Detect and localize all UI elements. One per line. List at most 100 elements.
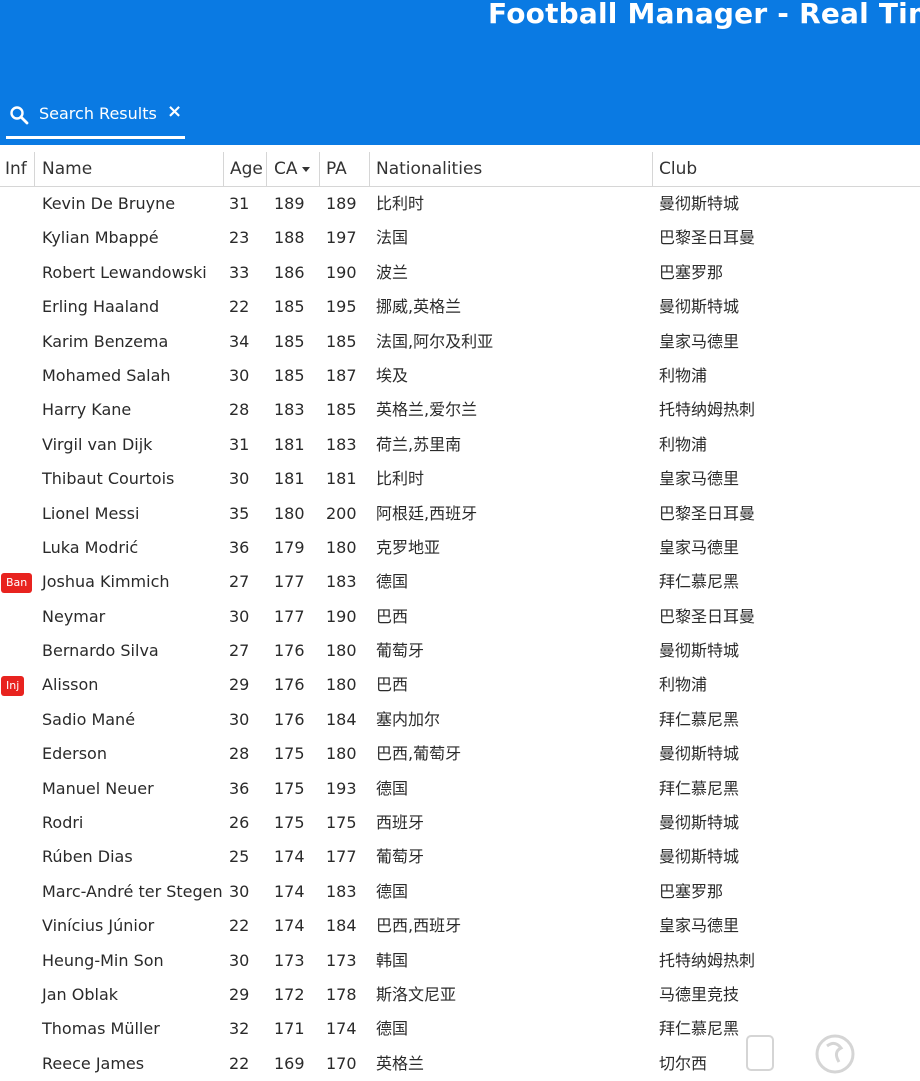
- table-row[interactable]: Heung-Min Son30173173韩国托特纳姆热刺: [0, 944, 920, 978]
- column-header-pa[interactable]: PA: [320, 152, 370, 186]
- cell-age: 34: [229, 325, 249, 359]
- cell-age: 30: [229, 944, 249, 978]
- table-row[interactable]: Manuel Neuer36175193德国拜仁慕尼黑: [0, 772, 920, 806]
- table-row[interactable]: Bernardo Silva27176180葡萄牙曼彻斯特城: [0, 634, 920, 668]
- table-row[interactable]: Luka Modrić36179180克罗地亚皇家马德里: [0, 531, 920, 565]
- cell-club: 利物浦: [659, 359, 707, 393]
- cell-club: 巴黎圣日耳曼: [659, 600, 755, 634]
- cell-nat: 波兰: [376, 256, 408, 290]
- table-row[interactable]: Neymar30177190巴西巴黎圣日耳曼: [0, 600, 920, 634]
- cell-age: 26: [229, 806, 249, 840]
- app-title: Football Manager - Real Time Editor: [488, 0, 920, 30]
- tab-close-button[interactable]: ×: [167, 102, 182, 122]
- cell-ca: 173: [274, 944, 305, 978]
- cell-ca: 175: [274, 737, 305, 771]
- cell-name: Alisson: [42, 668, 98, 702]
- cell-age: 32: [229, 1012, 249, 1046]
- table-row[interactable]: Sadio Mané30176184塞内加尔拜仁慕尼黑: [0, 703, 920, 737]
- cell-nat: 葡萄牙: [376, 634, 424, 668]
- table-row[interactable]: Lionel Messi35180200阿根廷,西班牙巴黎圣日耳曼: [0, 497, 920, 531]
- cell-pa: 185: [326, 325, 357, 359]
- cell-nat: 英格兰: [376, 1047, 424, 1081]
- table-row[interactable]: Rúben Dias25174177葡萄牙曼彻斯特城: [0, 840, 920, 874]
- cell-club: 曼彻斯特城: [659, 806, 739, 840]
- cell-pa: 187: [326, 359, 357, 393]
- cell-ca: 177: [274, 565, 305, 599]
- cell-pa: 200: [326, 497, 357, 531]
- cell-name: Luka Modrić: [42, 531, 138, 565]
- cell-club: 曼彻斯特城: [659, 634, 739, 668]
- cell-club: 曼彻斯特城: [659, 187, 739, 221]
- cell-ca: 174: [274, 909, 305, 943]
- cell-pa: 184: [326, 703, 357, 737]
- cell-nat: 阿根廷,西班牙: [376, 497, 477, 531]
- cell-ca: 177: [274, 600, 305, 634]
- cell-name: Thibaut Courtois: [42, 462, 174, 496]
- cell-club: 巴黎圣日耳曼: [659, 497, 755, 531]
- cell-club: 曼彻斯特城: [659, 840, 739, 874]
- table-row[interactable]: Ederson28175180巴西,葡萄牙曼彻斯特城: [0, 737, 920, 771]
- cell-ca: 174: [274, 840, 305, 874]
- cell-name: Jan Oblak: [42, 978, 118, 1012]
- table-row[interactable]: Thibaut Courtois30181181比利时皇家马德里: [0, 462, 920, 496]
- cell-age: 22: [229, 290, 249, 324]
- cell-age: 25: [229, 840, 249, 874]
- cell-nat: 韩国: [376, 944, 408, 978]
- tab-search-results[interactable]: Search Results ×: [6, 96, 185, 139]
- column-header-ca[interactable]: CA: [268, 152, 320, 186]
- cell-name: Neymar: [42, 600, 105, 634]
- cell-ca: 179: [274, 531, 305, 565]
- cell-ca: 183: [274, 393, 305, 427]
- cell-nat: 德国: [376, 772, 408, 806]
- cell-nat: 西班牙: [376, 806, 424, 840]
- cell-pa: 189: [326, 187, 357, 221]
- cell-ca: 188: [274, 221, 305, 255]
- cell-club: 巴塞罗那: [659, 256, 723, 290]
- column-header-club[interactable]: Club: [653, 152, 920, 186]
- cell-ca: 181: [274, 462, 305, 496]
- table-row[interactable]: Marc-André ter Stegen30174183德国巴塞罗那: [0, 875, 920, 909]
- table-row[interactable]: Kylian Mbappé23188197法国巴黎圣日耳曼: [0, 221, 920, 255]
- column-header-age[interactable]: Age: [224, 152, 267, 186]
- table-row[interactable]: Vinícius Júnior22174184巴西,西班牙皇家马德里: [0, 909, 920, 943]
- column-header-name[interactable]: Name: [36, 152, 224, 186]
- cell-club: 曼彻斯特城: [659, 290, 739, 324]
- cell-ca: 169: [274, 1047, 305, 1081]
- cell-nat: 比利时: [376, 187, 424, 221]
- cell-nat: 葡萄牙: [376, 840, 424, 874]
- cell-name: Mohamed Salah: [42, 359, 171, 393]
- cell-club: 托特纳姆热刺: [659, 944, 755, 978]
- cell-nat: 巴西: [376, 600, 408, 634]
- cell-age: 27: [229, 634, 249, 668]
- table-row[interactable]: Mohamed Salah30185187埃及利物浦: [0, 359, 920, 393]
- table-row[interactable]: Rodri26175175西班牙曼彻斯特城: [0, 806, 920, 840]
- table-row[interactable]: BanJoshua Kimmich27177183德国拜仁慕尼黑: [0, 565, 920, 599]
- table-row[interactable]: Robert Lewandowski33186190波兰巴塞罗那: [0, 256, 920, 290]
- cell-name: Erling Haaland: [42, 290, 159, 324]
- table-row[interactable]: Erling Haaland22185195挪威,英格兰曼彻斯特城: [0, 290, 920, 324]
- cell-name: Robert Lewandowski: [42, 256, 207, 290]
- table-row[interactable]: Kevin De Bruyne31189189比利时曼彻斯特城: [0, 187, 920, 221]
- cell-name: Sadio Mané: [42, 703, 135, 737]
- cell-name: Virgil van Dijk: [42, 428, 152, 462]
- table-row[interactable]: Virgil van Dijk31181183荷兰,苏里南利物浦: [0, 428, 920, 462]
- table-row[interactable]: Karim Benzema34185185法国,阿尔及利亚皇家马德里: [0, 325, 920, 359]
- cell-pa: 193: [326, 772, 357, 806]
- cell-nat: 埃及: [376, 359, 408, 393]
- cell-ca: 181: [274, 428, 305, 462]
- cell-pa: 190: [326, 256, 357, 290]
- table-row[interactable]: Harry Kane28183185英格兰,爱尔兰托特纳姆热刺: [0, 393, 920, 427]
- table-row[interactable]: InjAlisson29176180巴西利物浦: [0, 668, 920, 702]
- cell-ca: 185: [274, 359, 305, 393]
- cell-name: Thomas Müller: [42, 1012, 160, 1046]
- cell-pa: 183: [326, 565, 357, 599]
- column-header-nationalities[interactable]: Nationalities: [370, 152, 653, 186]
- column-header-inf[interactable]: Inf: [0, 152, 35, 186]
- cell-nat: 德国: [376, 565, 408, 599]
- cell-age: 30: [229, 600, 249, 634]
- cell-pa: 180: [326, 634, 357, 668]
- sort-descending-icon: [302, 167, 310, 172]
- cell-age: 31: [229, 187, 249, 221]
- cell-club: 拜仁慕尼黑: [659, 703, 739, 737]
- table-row[interactable]: Jan Oblak29172178斯洛文尼亚马德里竞技: [0, 978, 920, 1012]
